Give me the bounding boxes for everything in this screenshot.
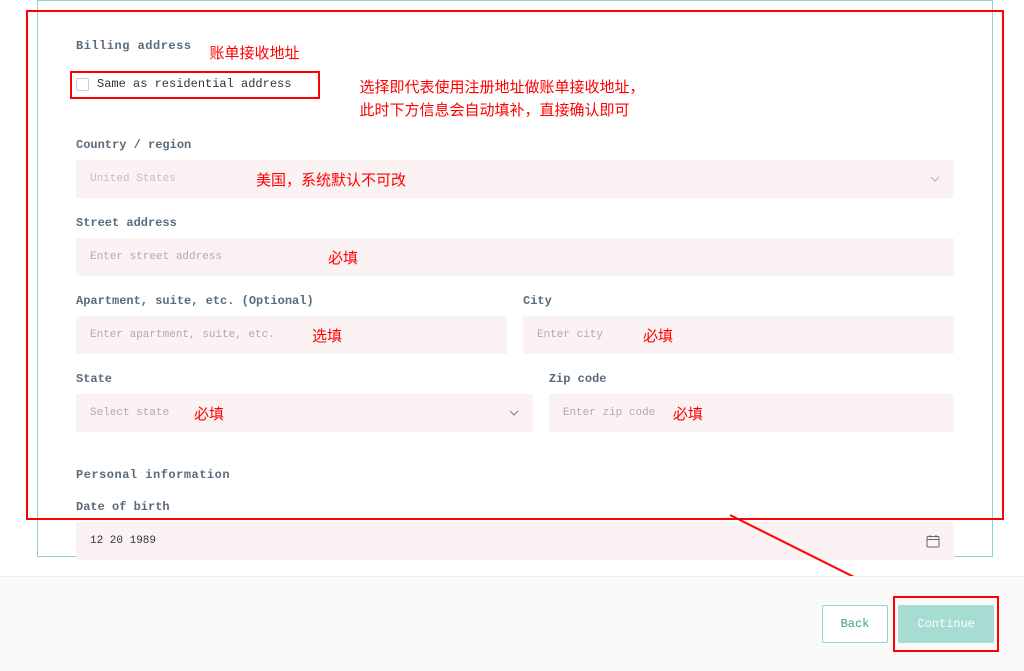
state-label: State xyxy=(76,372,533,386)
dob-label: Date of birth xyxy=(76,500,954,514)
chevron-down-icon xyxy=(930,176,940,182)
same-address-label: Same as residential address xyxy=(97,77,291,91)
bottom-bar: Back Continue xyxy=(0,576,1024,671)
street-annotation: 必填 xyxy=(328,247,358,268)
continue-button-label: Continue xyxy=(917,617,975,631)
country-value: United States xyxy=(90,173,176,185)
state-select[interactable]: Select state 必填 xyxy=(76,394,533,432)
same-address-checkbox[interactable] xyxy=(76,78,89,91)
apartment-placeholder: Enter apartment, suite, etc. xyxy=(90,329,275,341)
same-address-annotation-2: 此时下方信息会自动填补，直接确认即可 xyxy=(359,100,644,123)
chevron-down-icon xyxy=(509,410,519,416)
state-placeholder: Select state xyxy=(90,407,169,419)
personal-section-title: Personal information xyxy=(76,468,954,482)
country-select: United States 美国，系统默认不可改 xyxy=(76,160,954,198)
city-annotation: 必填 xyxy=(643,325,673,346)
back-button-label: Back xyxy=(841,617,870,631)
street-input[interactable]: Enter street address 必填 xyxy=(76,238,954,276)
same-address-annotation-1: 选择即代表使用注册地址做账单接收地址， xyxy=(359,77,644,100)
back-button[interactable]: Back xyxy=(822,605,889,643)
country-label: Country / region xyxy=(76,138,954,152)
zip-input[interactable]: Enter zip code 必填 xyxy=(549,394,954,432)
city-label: City xyxy=(523,294,954,308)
continue-button[interactable]: Continue xyxy=(898,605,994,643)
zip-placeholder: Enter zip code xyxy=(563,407,655,419)
billing-title-annotation: 账单接收地址 xyxy=(210,42,300,63)
dob-input[interactable]: 12 20 1989 xyxy=(76,522,954,560)
form-container: Billing address 账单接收地址 Same as residenti… xyxy=(37,0,993,557)
apartment-input[interactable]: Enter apartment, suite, etc. 选填 xyxy=(76,316,507,354)
calendar-icon xyxy=(926,534,940,548)
apartment-annotation: 选填 xyxy=(312,325,342,346)
city-input[interactable]: Enter city 必填 xyxy=(523,316,954,354)
state-annotation: 必填 xyxy=(194,403,224,424)
street-label: Street address xyxy=(76,216,954,230)
street-placeholder: Enter street address xyxy=(90,251,222,263)
country-annotation: 美国，系统默认不可改 xyxy=(256,169,406,190)
city-placeholder: Enter city xyxy=(537,329,603,341)
zip-label: Zip code xyxy=(549,372,954,386)
dob-value: 12 20 1989 xyxy=(90,535,156,547)
apartment-label: Apartment, suite, etc. (Optional) xyxy=(76,294,507,308)
billing-section-title: Billing address xyxy=(76,39,192,53)
zip-annotation: 必填 xyxy=(673,403,703,424)
